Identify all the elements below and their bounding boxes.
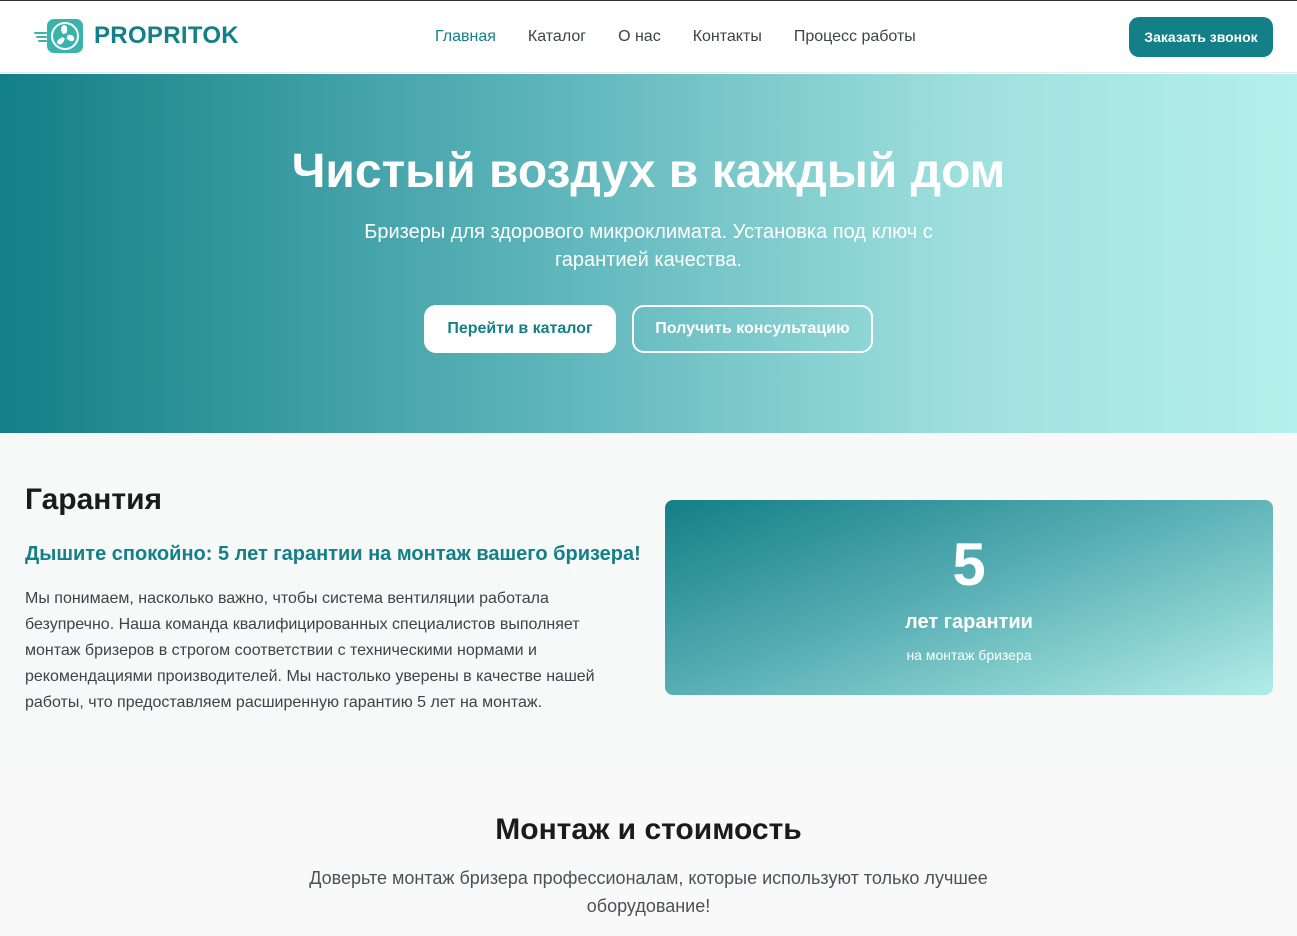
go-to-catalog-button[interactable]: Перейти в каталог xyxy=(424,305,616,353)
order-call-button[interactable]: Заказать звонок xyxy=(1129,17,1273,57)
warranty-text: Мы понимаем, насколько важно, чтобы сист… xyxy=(25,590,595,711)
warranty-subtitle: Дышите спокойно: 5 лет гарантии на монта… xyxy=(25,543,641,565)
warranty-years-label: лет гарантии xyxy=(905,611,1033,633)
hero-subtitle: Бризеры для здорового микроклимата. Уста… xyxy=(364,221,933,271)
warranty-years-number: 5 xyxy=(952,531,986,598)
fan-icon xyxy=(34,18,86,54)
logo-link[interactable]: PROPRITOK xyxy=(34,18,239,54)
main-nav: Главная Каталог О нас Контакты Процесс р… xyxy=(435,28,948,46)
montage-section: Монтаж и стоимость Доверьте монтаж бризе… xyxy=(0,765,1297,936)
nav-process[interactable]: Процесс работы xyxy=(794,28,916,46)
nav-home[interactable]: Главная xyxy=(435,28,496,46)
montage-text: Доверьте монтаж бризера профессионалам, … xyxy=(309,868,988,916)
get-consultation-button[interactable]: Получить консультацию xyxy=(632,305,873,353)
hero-section: Чистый воздух в каждый дом Бризеры для з… xyxy=(0,74,1297,433)
logo-text: PROPRITOK xyxy=(94,22,239,49)
site-header: PROPRITOK Главная Каталог О нас Контакты… xyxy=(0,1,1297,73)
warranty-title: Гарантия xyxy=(25,483,163,516)
montage-title: Монтаж и стоимость xyxy=(495,813,802,846)
nav-about[interactable]: О нас xyxy=(618,28,661,46)
nav-catalog[interactable]: Каталог xyxy=(528,28,586,46)
hero-title: Чистый воздух в каждый дом xyxy=(291,145,1006,198)
warranty-years-note: на монтаж бризера xyxy=(906,647,1032,663)
nav-contacts[interactable]: Контакты xyxy=(693,28,762,46)
warranty-card: 5 лет гарантии на монтаж бризера xyxy=(665,500,1273,695)
